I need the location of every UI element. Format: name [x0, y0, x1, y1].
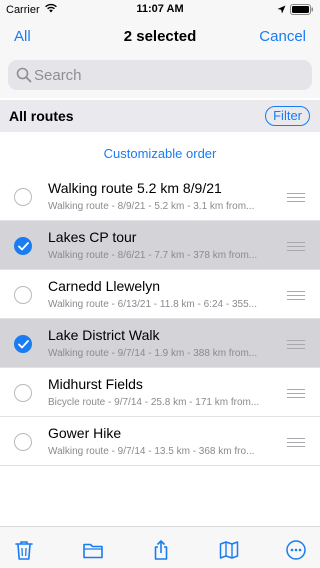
unchecked-circle-icon[interactable] — [14, 384, 32, 402]
drag-handle-icon[interactable] — [287, 291, 305, 300]
route-subtitle: Walking route - 8/9/21 - 5.2 km - 3.1 km… — [48, 201, 255, 212]
location-icon — [277, 5, 286, 17]
bottom-toolbar — [0, 526, 320, 568]
checkmark-icon[interactable] — [14, 237, 32, 255]
map-icon[interactable] — [218, 539, 240, 561]
route-row[interactable]: Walking route 5.2 km 8/9/21 Walking route… — [0, 172, 320, 221]
folder-icon[interactable] — [82, 539, 104, 561]
unchecked-circle-icon[interactable] — [14, 433, 32, 451]
section-title: All routes — [9, 108, 74, 124]
route-subtitle: Bicycle route - 9/7/14 - 25.8 km - 171 k… — [48, 397, 260, 408]
cancel-button[interactable]: Cancel — [259, 28, 306, 45]
route-row[interactable]: Carnedd Llewelyn Walking route - 6/13/21 … — [0, 270, 320, 319]
drag-handle-icon[interactable] — [287, 242, 305, 251]
search-icon — [16, 67, 32, 83]
section-header: All routes Filter — [0, 100, 320, 132]
status-bar: Carrier 11:07 AM — [0, 0, 320, 20]
route-subtitle: Walking route - 6/13/21 - 11.8 km - 6:24… — [48, 299, 257, 310]
route-title: Lake District Walk — [48, 327, 160, 343]
route-row[interactable]: Lakes CP tour Walking route - 8/6/21 - 7.… — [0, 221, 320, 270]
drag-handle-icon[interactable] — [287, 389, 305, 398]
nav-bar: All 2 selected Cancel — [0, 20, 320, 56]
checkmark-icon[interactable] — [14, 335, 32, 353]
route-subtitle: Walking route - 9/7/14 - 13.5 km - 368 k… — [48, 446, 255, 457]
route-title: Lakes CP tour — [48, 229, 137, 245]
trash-icon[interactable] — [13, 539, 35, 561]
customizable-order-link[interactable]: Customizable order — [0, 146, 320, 161]
drag-handle-icon[interactable] — [287, 438, 305, 447]
status-right — [277, 4, 314, 18]
drag-handle-icon[interactable] — [287, 340, 305, 349]
more-icon[interactable] — [285, 539, 307, 561]
share-icon[interactable] — [150, 539, 172, 561]
search-input[interactable] — [34, 65, 294, 85]
unchecked-circle-icon[interactable] — [14, 286, 32, 304]
route-title: Midhurst Fields — [48, 376, 143, 392]
route-row[interactable]: Midhurst Fields Bicycle route - 9/7/14 - … — [0, 368, 320, 417]
routes-list: Walking route 5.2 km 8/9/21 Walking route… — [0, 172, 320, 466]
search-box[interactable] — [8, 60, 312, 90]
status-time: 11:07 AM — [136, 3, 184, 15]
route-row[interactable]: Lake District Walk Walking route - 9/7/14… — [0, 319, 320, 368]
route-row[interactable]: Gower Hike Walking route - 9/7/14 - 13.5 … — [0, 417, 320, 466]
route-subtitle: Walking route - 9/7/14 - 1.9 km - 388 km… — [48, 348, 258, 359]
route-title: Carnedd Llewelyn — [48, 278, 161, 294]
battery-icon — [290, 4, 314, 18]
search-bar — [0, 56, 320, 98]
route-title: Gower Hike — [48, 425, 122, 441]
drag-handle-icon[interactable] — [287, 193, 305, 202]
unchecked-circle-icon[interactable] — [14, 188, 32, 206]
filter-button[interactable]: Filter — [265, 106, 310, 126]
route-title: Walking route 5.2 km 8/9/21 — [48, 180, 222, 196]
route-subtitle: Walking route - 8/6/21 - 7.7 km - 378 km… — [48, 250, 258, 261]
